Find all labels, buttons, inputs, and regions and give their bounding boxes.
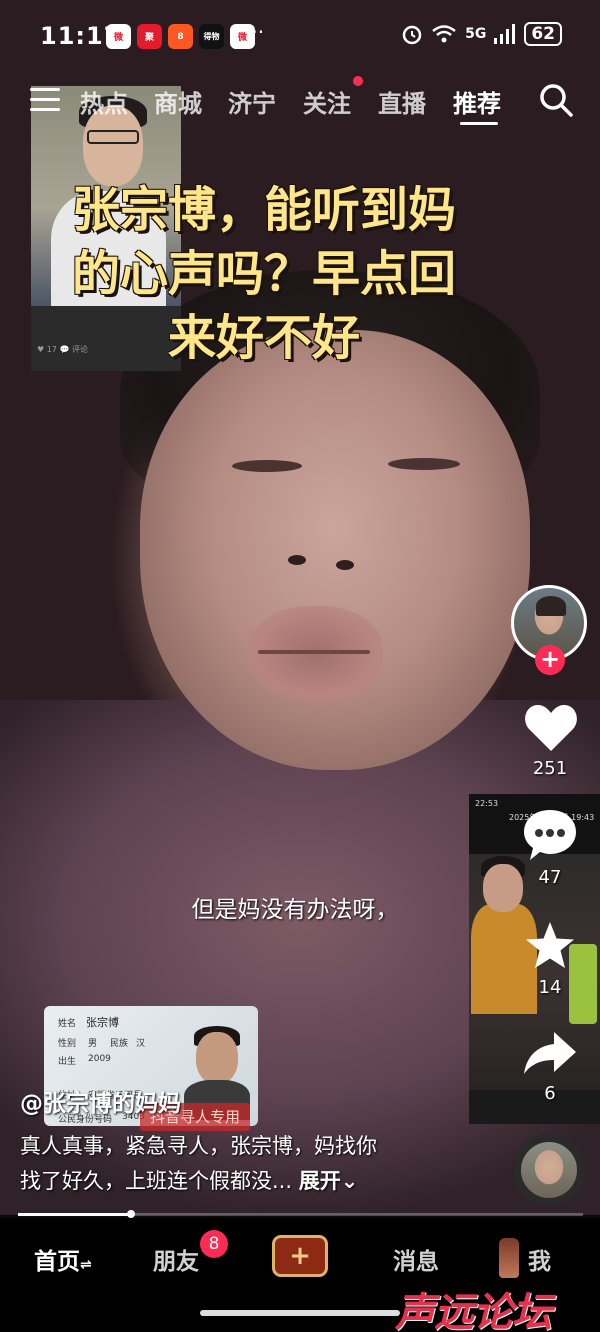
alarm-icon xyxy=(402,25,422,45)
nav-home-label: 首页 xyxy=(34,1249,80,1275)
tab-local[interactable]: 济宁 xyxy=(228,84,276,119)
nav-friends[interactable]: 朋友 xyxy=(153,1242,199,1276)
news-app-icon: 得物 xyxy=(199,24,224,49)
id-sex: 男 xyxy=(88,1039,98,1049)
video-eye-left xyxy=(232,460,302,472)
share-arrow-icon[interactable] xyxy=(522,1030,578,1076)
id-nation-label: 民族 xyxy=(110,1039,129,1049)
favorite-star-icon[interactable] xyxy=(524,920,576,972)
comment-count: 47 xyxy=(538,867,562,888)
following-new-dot xyxy=(353,76,363,86)
news-icon: 聚 xyxy=(137,24,162,49)
tab-hot[interactable]: 热点 xyxy=(80,84,128,119)
video-lip-line xyxy=(258,650,370,654)
follow-button[interactable]: + xyxy=(535,645,565,675)
id-birth-label: 出生 xyxy=(58,1057,77,1067)
video-eye-right xyxy=(388,458,460,470)
tab-following[interactable]: 关注 xyxy=(303,84,351,119)
author-name[interactable]: @张宗博的妈妈 xyxy=(20,1084,181,1118)
chevron-down-icon: ⌄ xyxy=(340,1169,359,1193)
nav-home[interactable]: 首页⇌ xyxy=(34,1242,92,1276)
share-count: 6 xyxy=(544,1083,556,1104)
progress-fill xyxy=(18,1213,131,1216)
description-line: 真人真事，紧急寻人，张宗博，妈找你 xyxy=(20,1134,377,1158)
tab-recommend[interactable]: 推荐 xyxy=(453,84,501,119)
create-button[interactable]: + xyxy=(272,1235,328,1277)
id-name-label: 姓名 xyxy=(58,1019,77,1029)
video-face xyxy=(140,330,530,770)
id-photo-face xyxy=(196,1032,238,1084)
video-headline: 张宗博，能听到妈 的心声吗？早点回 来好不好 xyxy=(34,178,494,370)
battery-indicator: 62 xyxy=(524,22,562,46)
overlay-time: 22:53 xyxy=(475,799,499,808)
refresh-icon: ⇌ xyxy=(80,1257,92,1273)
forum-watermark: 声远论坛 xyxy=(395,1290,552,1332)
like-icon[interactable] xyxy=(524,703,578,753)
video-nostril xyxy=(336,560,354,570)
video-description[interactable]: 真人真事，紧急寻人，张宗博，妈找你 找了好久，上班连个假都没... 展开⌄ xyxy=(20,1129,490,1199)
id-birth: 2009 xyxy=(88,1054,111,1064)
status-right: 5G 62 xyxy=(401,22,562,46)
favorite-count: 14 xyxy=(538,977,562,998)
signal-icon xyxy=(494,24,516,44)
id-name: 张宗博 xyxy=(86,1016,119,1029)
notification-icons: 微 聚 8 得物 微 xyxy=(106,24,255,49)
network-label: 5G xyxy=(465,26,487,42)
app-icon: 8 xyxy=(168,24,193,49)
headline-line: 张宗博，能听到妈 xyxy=(71,182,456,238)
menu-icon[interactable] xyxy=(30,88,60,114)
like-count: 251 xyxy=(532,758,568,779)
video-progress-bar[interactable] xyxy=(18,1210,583,1218)
id-nation: 汉 xyxy=(136,1039,146,1049)
home-indicator[interactable] xyxy=(200,1310,400,1316)
bottle-icon xyxy=(499,1238,519,1278)
description-line-2: 找了好久，上班连个假都没... 展开⌄ xyxy=(20,1164,490,1199)
top-nav: 热点 商城 济宁 关注 直播 推荐 xyxy=(0,80,600,130)
tab-mall[interactable]: 商城 xyxy=(154,84,202,119)
tab-live[interactable]: 直播 xyxy=(378,84,426,119)
friends-badge: 8 xyxy=(200,1230,228,1258)
description-line: 找了好久，上班连个假都没... xyxy=(20,1169,293,1193)
plus-icon: + xyxy=(289,1241,311,1271)
status-bar: 11:17 微 聚 8 得物 微 ··· 5G 62 xyxy=(0,0,600,72)
comment-icon[interactable] xyxy=(522,808,578,862)
nav-messages[interactable]: 消息 xyxy=(393,1242,439,1276)
active-tab-indicator xyxy=(460,122,498,125)
more-notifications: ··· xyxy=(245,20,265,44)
music-disc-avatar[interactable] xyxy=(513,1134,585,1206)
headline-line: 来好不好 xyxy=(167,310,360,366)
expand-button[interactable]: 展开 xyxy=(299,1169,341,1193)
weibo-icon: 微 xyxy=(106,24,131,49)
headline-line: 的心声吗？早点回 xyxy=(71,246,456,302)
progress-knob[interactable] xyxy=(127,1210,135,1218)
id-sex-label: 性别 xyxy=(58,1039,77,1049)
nav-me[interactable]: 我 xyxy=(528,1242,551,1276)
wifi-icon xyxy=(432,25,456,43)
search-icon[interactable] xyxy=(538,82,574,118)
video-nostril xyxy=(288,555,306,565)
overlay-glasses xyxy=(87,130,139,144)
